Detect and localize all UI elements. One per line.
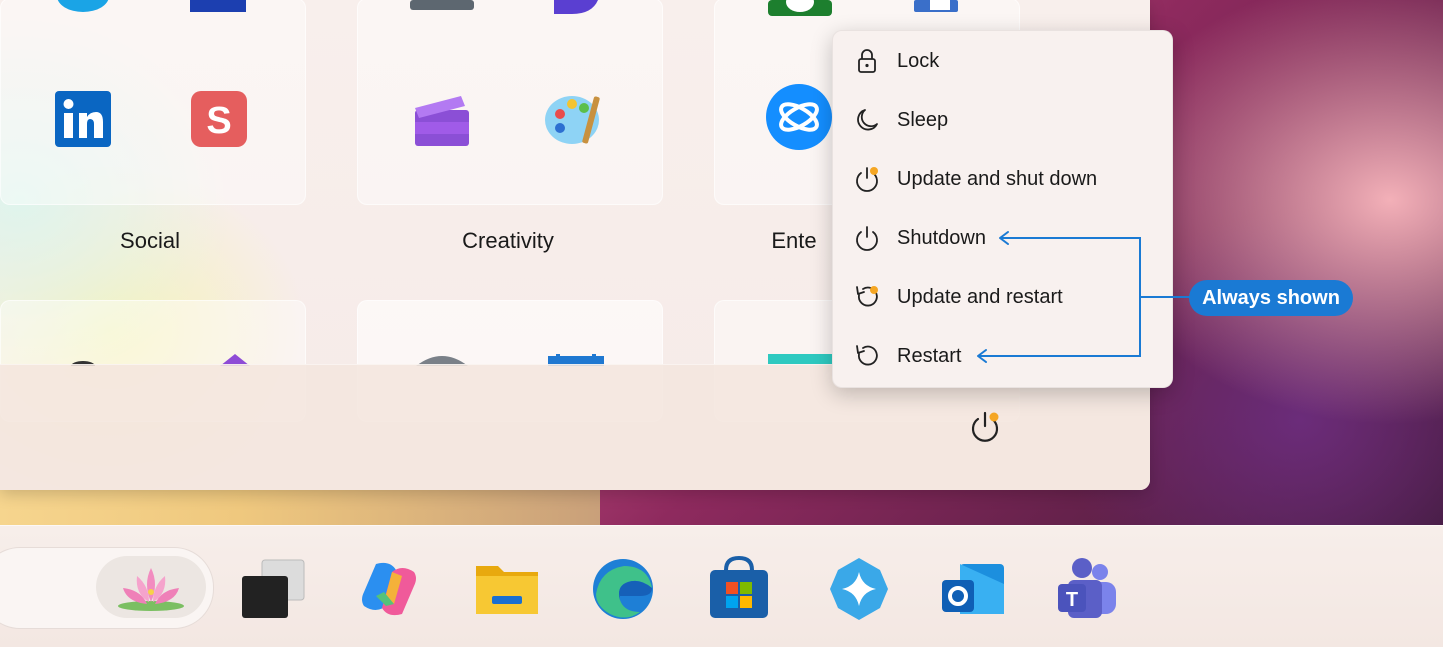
restart-update-icon <box>856 286 878 307</box>
menu-item-label: Sleep <box>897 108 949 131</box>
edge-icon[interactable] <box>590 556 656 622</box>
store-icon[interactable] <box>706 556 772 622</box>
solitaire-icon[interactable] <box>912 0 962 14</box>
lock-icon <box>858 49 876 73</box>
clipchamp-icon[interactable] <box>413 92 471 146</box>
sparkle-icon[interactable] <box>826 556 892 622</box>
app-icon-purple[interactable] <box>552 0 600 14</box>
folder-tile-social[interactable] <box>0 0 306 205</box>
callout-bracket <box>977 231 1190 363</box>
app-icon-blue[interactable] <box>190 0 246 12</box>
menu-item-label: Restart <box>897 344 962 367</box>
linkedin-icon[interactable] <box>55 91 111 147</box>
app-icon-partial <box>768 354 832 364</box>
task-view-icon[interactable] <box>240 556 306 622</box>
folder-icon[interactable] <box>474 556 540 622</box>
paint-icon[interactable] <box>544 88 606 150</box>
folder-label-social: Social <box>120 228 180 253</box>
menu-item-update-shutdown[interactable]: Update and shut down <box>841 153 1164 205</box>
power-button[interactable] <box>966 408 1004 446</box>
battlenet-icon[interactable] <box>766 84 832 150</box>
power-update-icon <box>856 167 878 192</box>
folder-tile-creativity[interactable] <box>357 0 663 205</box>
outlook-icon[interactable] <box>940 556 1006 622</box>
folder-label-creativity: Creativity <box>462 228 554 253</box>
search-box[interactable] <box>0 547 214 629</box>
menu-item-lock[interactable]: Lock <box>841 35 1164 87</box>
copilot-icon[interactable] <box>356 556 422 622</box>
menu-item-sleep[interactable]: Sleep <box>841 94 1164 146</box>
menu-item-label: Update and shut down <box>897 167 1098 190</box>
xbox-icon[interactable] <box>768 0 832 16</box>
skype-icon[interactable] <box>55 0 111 18</box>
teams-icon[interactable]: T <box>1054 556 1120 622</box>
callout-badge: Always shown <box>1189 280 1353 316</box>
power-icon <box>856 226 878 251</box>
restart-icon <box>856 345 878 366</box>
moon-icon <box>857 109 878 131</box>
power-icon <box>971 411 999 442</box>
camera-icon[interactable] <box>410 0 474 10</box>
svg-text:S: S <box>206 100 231 142</box>
swiftkey-icon[interactable]: S <box>191 91 247 147</box>
menu-item-label: Lock <box>897 49 940 72</box>
svg-text:T: T <box>1066 589 1078 611</box>
lotus-icon <box>118 568 184 611</box>
